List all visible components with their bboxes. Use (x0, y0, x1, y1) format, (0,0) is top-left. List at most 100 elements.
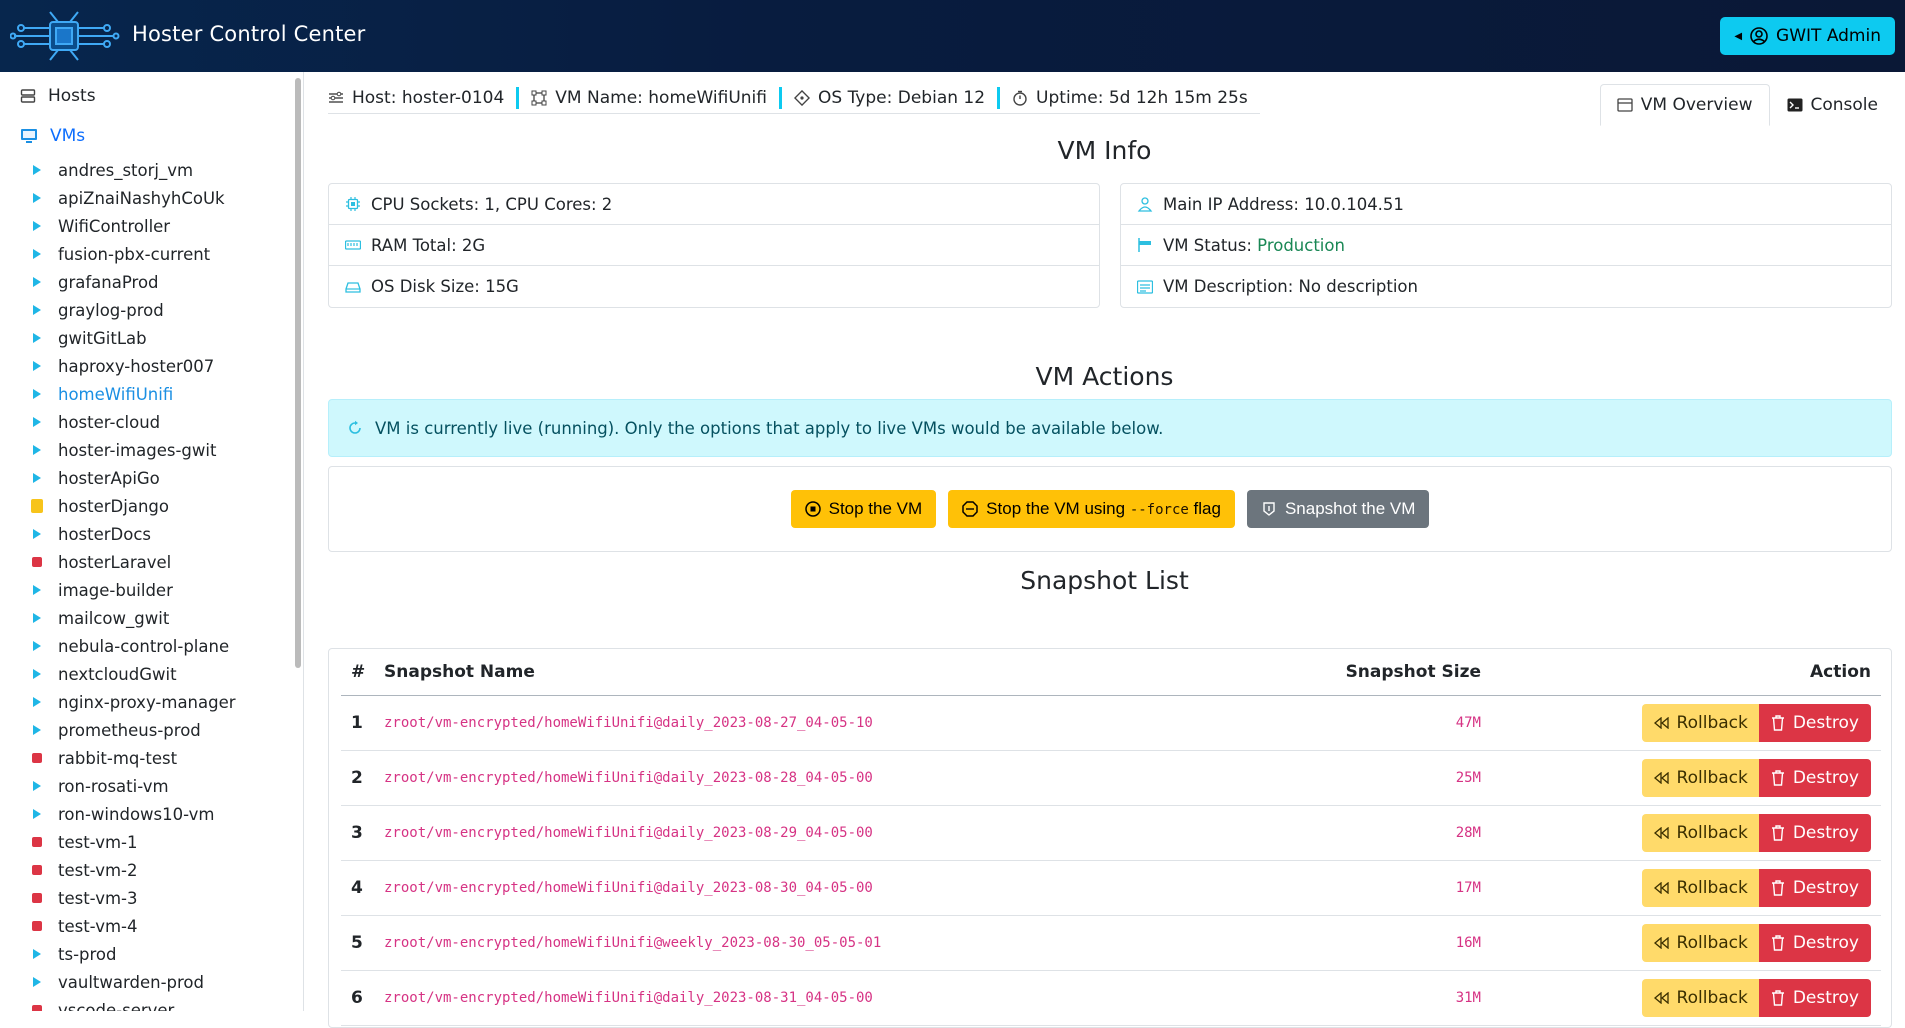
sidebar-item-vm[interactable]: homeWifiUnifi (30, 380, 236, 408)
destroy-button[interactable]: Destroy (1758, 703, 1871, 742)
running-play-icon (33, 809, 41, 819)
sidebar-item-vm[interactable]: apiZnaiNashyhCoUk (30, 184, 236, 212)
table-header-row: # Snapshot Name Snapshot Size Action (341, 649, 1881, 696)
sidebar-item-vm[interactable]: test-vm-2 (30, 856, 236, 884)
app-title: Hoster Control Center (132, 22, 366, 46)
window-icon (1617, 98, 1633, 112)
running-play-icon (33, 529, 41, 539)
force-stop-prefix: Stop the VM using (986, 499, 1130, 518)
col-number: # (341, 649, 384, 696)
snapshot-action-group: Rollback Destroy (1641, 703, 1871, 742)
os-type-label: OS Type: Debian 12 (818, 87, 986, 108)
vm-name-label: apiZnaiNashyhCoUk (58, 188, 225, 208)
snapshot-size: 25M (1281, 750, 1481, 806)
sidebar-item-vm[interactable]: nextcloudGwit (30, 660, 236, 688)
sidebar-item-vm[interactable]: hosterApiGo (30, 464, 236, 492)
rollback-label: Rollback (1676, 767, 1748, 788)
divider (997, 86, 1001, 109)
snapshot-size: 17M (1281, 860, 1481, 916)
stop-vm-button[interactable]: Stop the VM (790, 490, 937, 528)
rewind-icon (1653, 826, 1669, 839)
sidebar-item-vm[interactable]: test-vm-1 (30, 828, 236, 856)
sidebar-item-vm[interactable]: hosterDocs (30, 520, 236, 548)
admin-user-button[interactable]: ◀ GWIT Admin (1720, 17, 1895, 55)
rewind-icon (1653, 881, 1669, 894)
sidebar-item-vm[interactable]: prometheus-prod (30, 716, 236, 744)
rollback-button[interactable]: Rollback (1641, 758, 1759, 797)
rollback-button[interactable]: Rollback (1641, 923, 1759, 962)
sidebar-item-vm[interactable]: test-vm-4 (30, 912, 236, 940)
refresh-icon (349, 420, 361, 434)
rollback-button[interactable]: Rollback (1641, 703, 1759, 742)
stop-circle-icon (804, 501, 821, 517)
vm-name-label: andres_storj_vm (58, 160, 194, 180)
snapshot-vm-button[interactable]: Snapshot the VM (1246, 490, 1430, 528)
destroy-button[interactable]: Destroy (1758, 868, 1871, 907)
tab-vm-overview[interactable]: VM Overview (1599, 84, 1770, 126)
running-play-icon (33, 165, 41, 175)
sidebar-item-vm[interactable]: graylog-prod (30, 296, 236, 324)
sidebar-item-vm[interactable]: WifiController (30, 212, 236, 240)
col-snapshot-size: Snapshot Size (1281, 649, 1481, 696)
sidebar-item-vms[interactable]: VMs (20, 126, 85, 146)
sidebar-item-vm[interactable]: fusion-pbx-current (30, 240, 236, 268)
table-row: 4 zroot/vm-encrypted/homeWifiUnifi@daily_… (341, 860, 1881, 916)
sidebar-item-vm[interactable]: mailcow_gwit (30, 604, 236, 632)
sidebar-item-vm[interactable]: grafanaProd (30, 268, 236, 296)
snapshot-action-group: Rollback Destroy (1641, 923, 1871, 962)
destroy-label: Destroy (1792, 822, 1859, 843)
running-play-icon (33, 389, 41, 399)
sidebar-item-vm[interactable]: rabbit-mq-test (30, 744, 236, 772)
sidebar: Hosts VMs andres_storj_vm apiZnaiNashyhCo… (0, 72, 304, 1011)
rollback-button[interactable]: Rollback (1641, 813, 1759, 852)
table-row: 1 zroot/vm-encrypted/homeWifiUnifi@daily_… (341, 695, 1881, 751)
sidebar-item-vm[interactable]: nebula-control-plane (30, 632, 236, 660)
sidebar-item-vm[interactable]: vscode-server (30, 996, 236, 1011)
snapshot-actions: Rollback Destroy (1481, 695, 1881, 751)
vm-name-label: fusion-pbx-current (58, 244, 211, 264)
running-play-icon (33, 585, 41, 595)
running-play-icon (33, 193, 41, 203)
force-stop-suffix: flag (1188, 499, 1221, 518)
sidebar-item-vm[interactable]: ron-rosati-vm (30, 772, 236, 800)
vm-actions-title: VM Actions (1035, 362, 1174, 391)
flag-icon (1138, 238, 1151, 252)
tab-console[interactable]: Console (1770, 84, 1896, 126)
stopped-square-icon (32, 921, 42, 931)
sidebar-item-vm[interactable]: hosterLaravel (30, 548, 236, 576)
vm-name-label: hosterDjango (58, 496, 169, 516)
running-play-icon (33, 361, 41, 371)
sidebar-scrollbar[interactable] (295, 78, 301, 668)
sidebar-item-vm[interactable]: andres_storj_vm (30, 156, 236, 184)
destroy-button[interactable]: Destroy (1758, 813, 1871, 852)
sidebar-item-vm[interactable]: test-vm-3 (30, 884, 236, 912)
force-stop-vm-button[interactable]: Stop the VM using --force flag (948, 490, 1235, 528)
vm-name-label: prometheus-prod (58, 720, 201, 740)
sidebar-item-vm[interactable]: hoster-images-gwit (30, 436, 236, 464)
destroy-button[interactable]: Destroy (1758, 923, 1871, 962)
running-play-icon (33, 249, 41, 259)
bounding-box-icon (531, 90, 547, 105)
circuit-chip-logo-icon[interactable] (10, 8, 120, 64)
sidebar-hosts-label: Hosts (48, 86, 96, 106)
col-snapshot-name: Snapshot Name (384, 649, 1281, 696)
rollback-label: Rollback (1676, 987, 1748, 1008)
sidebar-item-vm[interactable]: image-builder (30, 576, 236, 604)
sidebar-item-vm[interactable]: gwitGitLab (30, 324, 236, 352)
sidebar-item-vm[interactable]: ts-prod (30, 940, 236, 968)
rollback-button[interactable]: Rollback (1641, 868, 1759, 907)
sidebar-item-vm[interactable]: ron-windows10-vm (30, 800, 236, 828)
sidebar-item-vm[interactable]: hoster-cloud (30, 408, 236, 436)
vm-name-label: test-vm-2 (58, 860, 138, 880)
sidebar-item-vm[interactable]: hosterDjango (30, 492, 236, 520)
sidebar-item-vm[interactable]: haproxy-hoster007 (30, 352, 236, 380)
snapshot-size: 47M (1281, 695, 1481, 751)
destroy-button[interactable]: Destroy (1758, 758, 1871, 797)
vm-name-label: mailcow_gwit (58, 608, 170, 628)
sidebar-item-vm[interactable]: vaultwarden-prod (30, 968, 236, 996)
view-tabs: VM Overview Console (1599, 84, 1896, 126)
sidebar-item-hosts[interactable]: Hosts (20, 86, 96, 106)
table-row: 5 zroot/vm-encrypted/homeWifiUnifi@weekly… (341, 915, 1881, 971)
sidebar-item-vm[interactable]: nginx-proxy-manager (30, 688, 236, 716)
destroy-label: Destroy (1792, 932, 1859, 953)
